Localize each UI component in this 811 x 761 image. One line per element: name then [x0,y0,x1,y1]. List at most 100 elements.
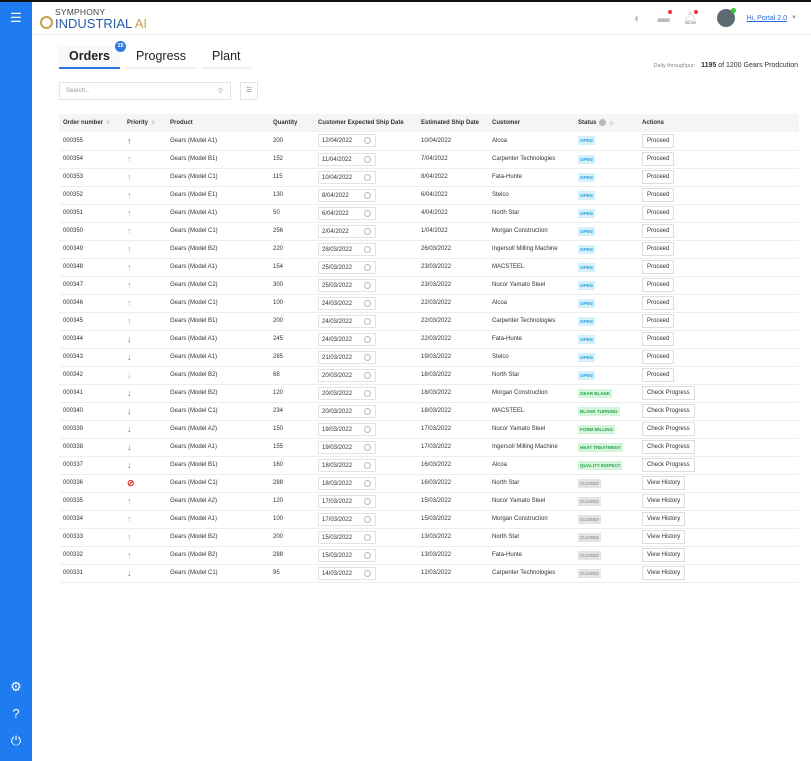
date-picker[interactable]: 15/03/2022 [318,548,376,562]
column-header: Actions [638,114,799,132]
clock-icon[interactable] [364,479,371,487]
clock-icon[interactable] [364,209,371,217]
proceed-button[interactable]: Proceed [642,350,675,364]
proceed-button[interactable]: Proceed [642,170,675,184]
bell-icon[interactable]: 🔔︎ [683,10,698,25]
check-progress-button[interactable]: Check Progress [642,422,695,436]
proceed-button[interactable]: Proceed [642,152,675,166]
proceed-button[interactable]: Proceed [642,188,675,202]
view-history-button[interactable]: View History [642,548,686,562]
tab-orders[interactable]: Orders 15 [59,41,126,69]
search-input[interactable]: Search... ⚲ [59,82,231,100]
proceed-button[interactable]: Proceed [642,368,675,382]
date-picker[interactable]: 12/04/2022 [318,134,376,148]
clock-icon[interactable] [364,515,371,523]
check-progress-button[interactable]: Check Progress [642,458,695,472]
check-progress-button[interactable]: Check Progress [642,404,695,418]
proceed-button[interactable]: Proceed [642,260,675,274]
clock-icon[interactable] [364,533,371,541]
date-value: 24/03/2022 [322,336,353,343]
clock-icon[interactable] [364,137,371,145]
clock-icon[interactable] [364,245,371,253]
date-picker[interactable]: 24/03/2022 [318,332,376,346]
date-picker[interactable]: 25/03/2022 [318,260,376,274]
date-picker[interactable]: 11/04/2022 [318,152,376,166]
clock-icon[interactable] [364,551,371,559]
date-picker[interactable]: 20/03/2022 [318,404,376,418]
clock-icon[interactable] [364,155,371,163]
view-history-button[interactable]: View History [642,566,686,580]
sort-icon[interactable]: ⇅ [151,120,155,126]
date-picker[interactable]: 6/04/2022 [318,206,376,220]
view-history-button[interactable]: View History [642,476,686,490]
clock-icon[interactable] [364,443,371,451]
date-picker[interactable]: 17/03/2022 [318,494,376,508]
date-picker[interactable]: 24/03/2022 [318,296,376,310]
help-icon[interactable]: ? [8,706,24,722]
tab-plant[interactable]: Plant [202,46,251,69]
power-icon[interactable]: ⏻ [8,733,24,749]
date-picker[interactable]: 19/03/2022 [318,422,376,436]
clock-icon[interactable] [364,299,371,307]
proceed-button[interactable]: Proceed [642,224,675,238]
avatar[interactable] [716,8,736,27]
proceed-button[interactable]: Proceed [642,332,675,346]
check-progress-button[interactable]: Check Progress [642,440,695,454]
chevron-down-icon[interactable]: ▼ [791,15,797,21]
priority-up-icon: ↑ [127,154,132,164]
date-picker[interactable]: 28/03/2022 [318,242,376,256]
clock-icon[interactable] [364,389,371,397]
column-header[interactable]: Priority ⇅ [123,114,166,132]
proceed-button[interactable]: Proceed [642,133,675,148]
proceed-button[interactable]: Proceed [642,314,675,328]
date-picker[interactable]: 20/03/2022 [318,368,376,382]
date-picker[interactable]: 8/04/2022 [318,188,376,202]
clock-icon[interactable] [364,497,371,505]
date-picker[interactable]: 10/04/2022 [318,170,376,184]
date-picker[interactable]: 14/03/2022 [318,566,376,580]
proceed-button[interactable]: Proceed [642,278,675,292]
clock-icon[interactable] [364,353,371,361]
date-picker[interactable]: 18/03/2022 [318,476,376,490]
chat-icon[interactable]: ▬ [657,10,672,25]
proceed-button[interactable]: Proceed [642,206,675,220]
info-icon[interactable] [599,119,607,127]
clock-icon[interactable] [364,407,371,415]
proceed-button[interactable]: Proceed [642,242,675,256]
sort-icon[interactable]: ⇅ [609,121,613,127]
date-picker[interactable]: 18/03/2022 [318,458,376,472]
user-menu[interactable]: Hi, Portal 2.0 [747,15,787,22]
date-picker[interactable]: 20/03/2022 [318,386,376,400]
clock-icon[interactable] [364,425,371,433]
date-picker[interactable]: 24/03/2022 [318,314,376,328]
theme-icon[interactable]: ◐ [631,11,645,25]
clock-icon[interactable] [364,281,371,289]
date-picker[interactable]: 25/03/2022 [318,278,376,292]
clock-icon[interactable] [364,263,371,271]
clock-icon[interactable] [364,227,371,235]
clock-icon[interactable] [364,569,371,577]
clock-icon[interactable] [364,173,371,181]
check-progress-button[interactable]: Check Progress [642,386,695,400]
gear-icon[interactable]: ⚙ [8,679,24,695]
menu-icon[interactable]: ☰ [8,10,24,26]
clock-icon[interactable] [364,335,371,343]
clock-icon[interactable] [364,371,371,379]
view-history-button[interactable]: View History [642,494,686,508]
column-header[interactable]: Status ⇅ [574,114,638,132]
date-picker[interactable]: 17/03/2022 [318,512,376,526]
date-picker[interactable]: 21/03/2022 [318,350,376,364]
clock-icon[interactable] [364,461,371,469]
tab-progress[interactable]: Progress [126,46,197,69]
sort-icon[interactable]: ⇅ [106,120,110,126]
date-picker[interactable]: 2/04/2022 [318,224,376,238]
clock-icon[interactable] [364,317,371,325]
clock-icon[interactable] [364,191,371,199]
filter-button[interactable]: ☰ [240,82,258,100]
view-history-button[interactable]: View History [642,512,686,526]
date-picker[interactable]: 15/03/2022 [318,530,376,544]
proceed-button[interactable]: Proceed [642,296,675,310]
date-picker[interactable]: 19/03/2022 [318,440,376,454]
view-history-button[interactable]: View History [642,530,686,544]
column-header[interactable]: Order number ⇅ [59,114,123,132]
